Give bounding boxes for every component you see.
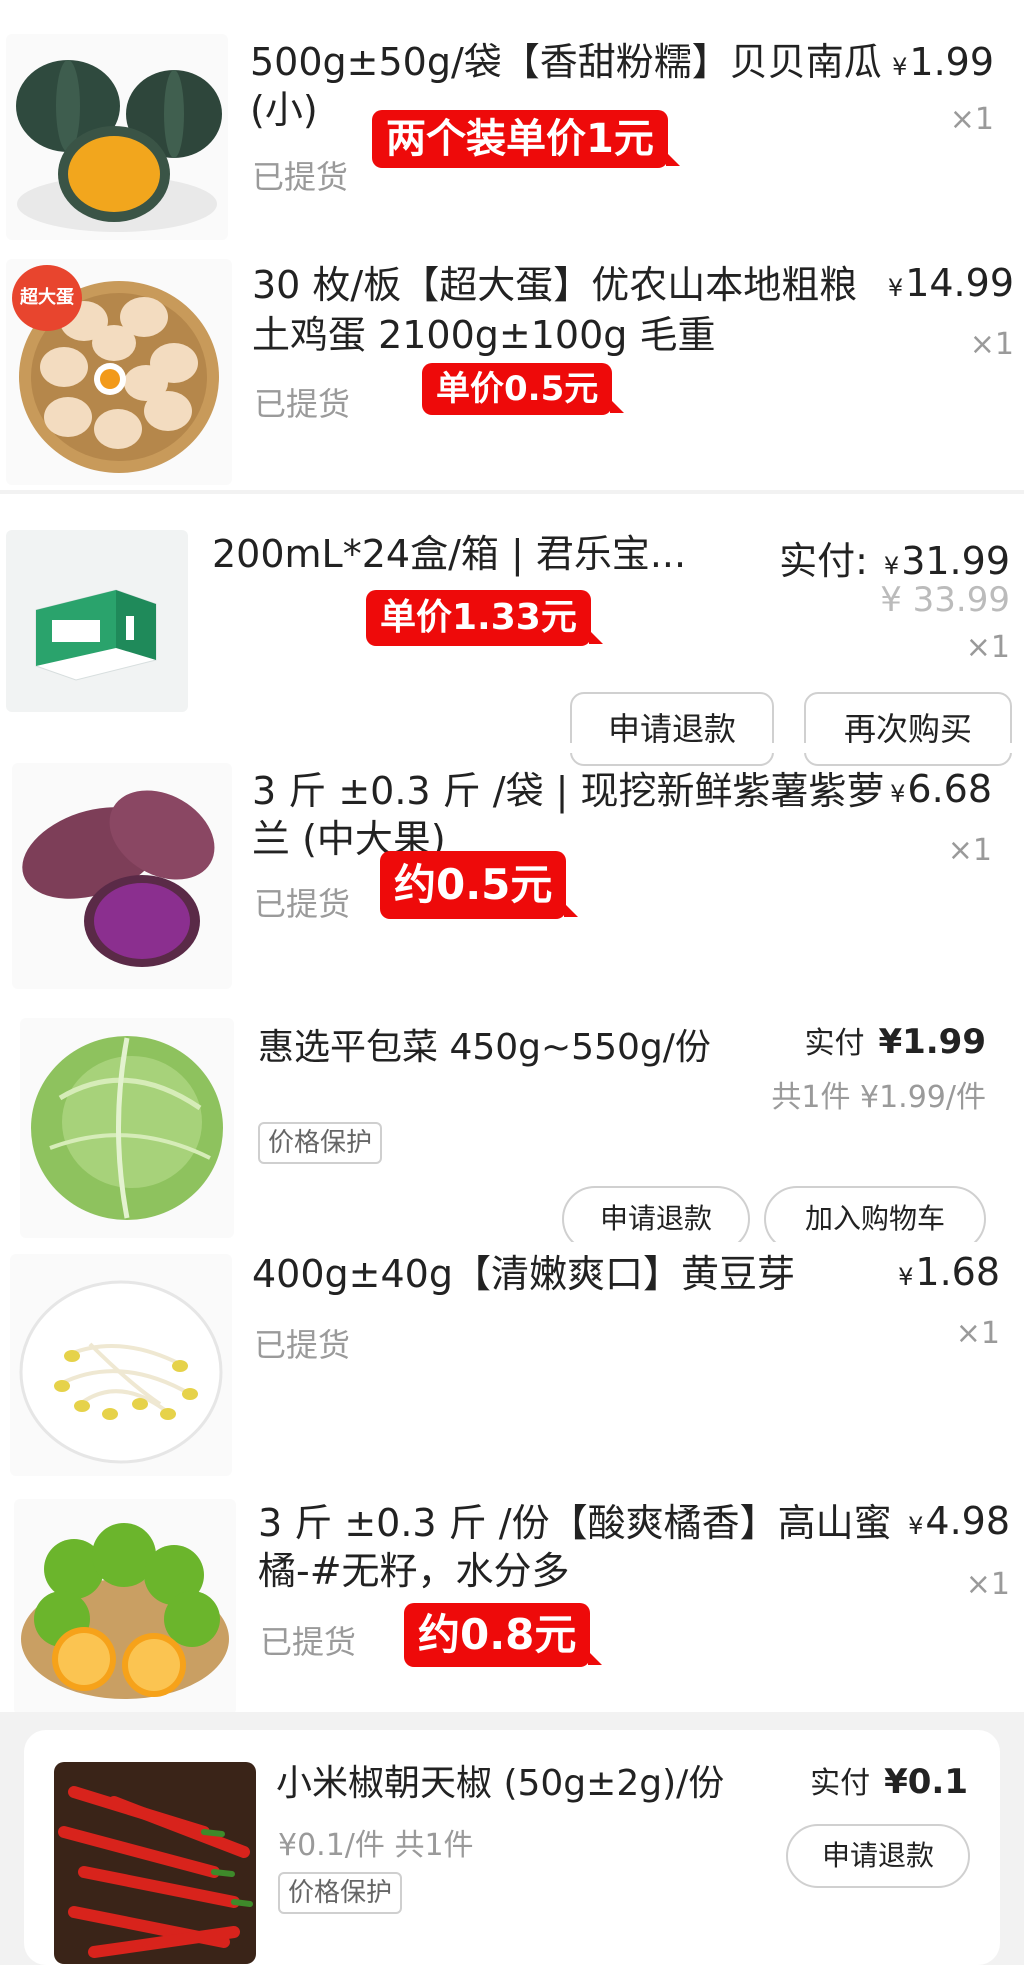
order-item-tangerines[interactable]: 3 斤 ±0.3 斤 /份【酸爽橘香】高山蜜 橘-#无籽，水分多 已提货 ¥4.… bbox=[0, 1495, 1024, 1715]
badge-extra-large-egg: 超大蛋 bbox=[12, 265, 82, 331]
item-price: ¥14.99 bbox=[888, 261, 1014, 305]
price-value: ¥0.1 bbox=[884, 1762, 968, 1802]
status-picked-up: 已提货 bbox=[254, 885, 351, 923]
paid-label: 实付: bbox=[779, 539, 868, 583]
item-summary: 共1件 ¥1.99/件 bbox=[771, 1080, 986, 1115]
item-price: ¥1.99 bbox=[892, 40, 994, 84]
item-title: 小米椒朝天椒 (50g±2g)/份 bbox=[276, 1763, 725, 1804]
currency-symbol: ¥ bbox=[887, 274, 904, 302]
item-paid-price: 实付: ¥31.99 bbox=[779, 530, 1010, 585]
status-picked-up: 已提货 bbox=[260, 1623, 357, 1661]
price-protection-badge: 价格保护 bbox=[278, 1872, 403, 1914]
price-value: 14.99 bbox=[905, 261, 1014, 305]
milk-box-image bbox=[6, 530, 188, 712]
paid-label: 实付 bbox=[810, 1766, 871, 1801]
item-quantity: ×1 bbox=[949, 102, 994, 137]
item-quantity: ×1 bbox=[965, 630, 1010, 665]
item-title-line2: 橘-#无籽，水分多 bbox=[258, 1549, 570, 1593]
item-title: 200mL*24盒/箱 | 君乐宝... bbox=[212, 532, 687, 576]
price-note-tag: 约0.5元 bbox=[380, 851, 579, 919]
pumpkin-image bbox=[6, 34, 228, 240]
price-value: 31.99 bbox=[901, 539, 1010, 583]
currency-symbol: ¥ bbox=[908, 1512, 924, 1540]
unit-info: ¥0.1/件 共1件 bbox=[278, 1828, 474, 1863]
price-note-tag: 约0.8元 bbox=[404, 1603, 603, 1667]
price-value: 1.99 bbox=[909, 40, 994, 84]
currency-symbol: ¥ bbox=[883, 552, 900, 580]
price-value: 4.98 bbox=[925, 1499, 1010, 1543]
item-price: ¥4.98 bbox=[908, 1499, 1010, 1543]
item-quantity: ×1 bbox=[969, 327, 1014, 362]
order-item-milk[interactable]: 200mL*24盒/箱 | 君乐宝... 实付: ¥31.99 ¥ 33.99 ×… bbox=[0, 500, 1024, 766]
item-quantity: ×1 bbox=[965, 1567, 1010, 1602]
apply-refund-button[interactable]: 申请退款 bbox=[786, 1824, 970, 1888]
price-value: 6.68 bbox=[907, 767, 992, 811]
status-picked-up: 已提货 bbox=[252, 158, 349, 196]
screenshot-seam bbox=[0, 743, 1024, 753]
sweet-potato-image bbox=[12, 763, 232, 989]
order-item-purple-sweet-potato[interactable]: 3 斤 ±0.3 斤 /袋 | 现挖新鲜紫薯紫萝 兰 (中大果) 已提货 ¥6.… bbox=[0, 755, 1024, 989]
item-title: 500g±50g/袋【香甜粉糯】贝贝南瓜 bbox=[250, 40, 882, 84]
chili-image bbox=[54, 1762, 256, 1964]
item-quantity: ×1 bbox=[955, 1316, 1000, 1351]
item-title-line2: 土鸡蛋 2100g±100g 毛重 bbox=[252, 313, 716, 357]
badge-text: 超大蛋 bbox=[20, 287, 74, 308]
price-value: ¥1.99 bbox=[878, 1022, 986, 1062]
item-paid-price: 实付 ¥0.1 bbox=[810, 1758, 968, 1802]
item-quantity: ×1 bbox=[947, 833, 992, 868]
price-note-tag: 单价0.5元 bbox=[422, 363, 625, 415]
item-title-line2: (小) bbox=[250, 88, 318, 132]
item-title: 400g±40g【清嫩爽口】黄豆芽 bbox=[252, 1252, 795, 1296]
item-price: ¥6.68 bbox=[890, 767, 992, 811]
status-picked-up: 已提货 bbox=[254, 385, 351, 423]
currency-symbol: ¥ bbox=[892, 53, 908, 81]
order-item-eggs[interactable]: 超大蛋 30 枚/板【超大蛋】优农山本地粗粮 土鸡蛋 2100g±100g 毛重… bbox=[0, 255, 1024, 485]
tangerine-image bbox=[14, 1499, 236, 1715]
item-title: 3 斤 ±0.3 斤 /袋 | 现挖新鲜紫薯紫萝 bbox=[252, 769, 885, 813]
currency-symbol: ¥ bbox=[890, 780, 906, 808]
bean-sprouts-image bbox=[10, 1254, 232, 1476]
item-title: 30 枚/板【超大蛋】优农山本地粗粮 bbox=[252, 263, 858, 307]
order-item-cabbage[interactable]: 惠选平包菜 450g~550g/份 实付 ¥1.99 共1件 ¥1.99/件 价格… bbox=[0, 1010, 1024, 1252]
order-item-pumpkin[interactable]: 500g±50g/袋【香甜粉糯】贝贝南瓜 (小) 已提货 ¥1.99 ×1 两个… bbox=[0, 20, 1024, 255]
price-protection-badge: 价格保护 bbox=[258, 1122, 383, 1164]
price-note-tag: 两个装单价1元 bbox=[372, 110, 680, 168]
order-card-chili[interactable]: 小米椒朝天椒 (50g±2g)/份 ¥0.1/件 共1件 价格保护 实付 ¥0.1… bbox=[24, 1730, 1000, 1965]
original-price: ¥ 33.99 bbox=[880, 580, 1010, 620]
item-title: 3 斤 ±0.3 斤 /份【酸爽橘香】高山蜜 bbox=[258, 1501, 892, 1545]
status-picked-up: 已提货 bbox=[254, 1326, 351, 1364]
item-price: ¥1.68 bbox=[898, 1250, 1000, 1294]
order-item-soybean-sprouts[interactable]: 400g±40g【清嫩爽口】黄豆芽 已提货 ¥1.68 ×1 bbox=[0, 1250, 1024, 1480]
item-paid-price: 实付 ¥1.99 bbox=[804, 1018, 986, 1062]
section-divider bbox=[0, 490, 1024, 494]
item-title: 惠选平包菜 450g~550g/份 bbox=[258, 1027, 711, 1068]
paid-label: 实付 bbox=[804, 1026, 865, 1061]
cabbage-image bbox=[20, 1018, 234, 1238]
price-value: 1.68 bbox=[915, 1250, 1000, 1294]
price-note-tag: 单价1.33元 bbox=[366, 590, 603, 646]
currency-symbol: ¥ bbox=[898, 1263, 914, 1291]
